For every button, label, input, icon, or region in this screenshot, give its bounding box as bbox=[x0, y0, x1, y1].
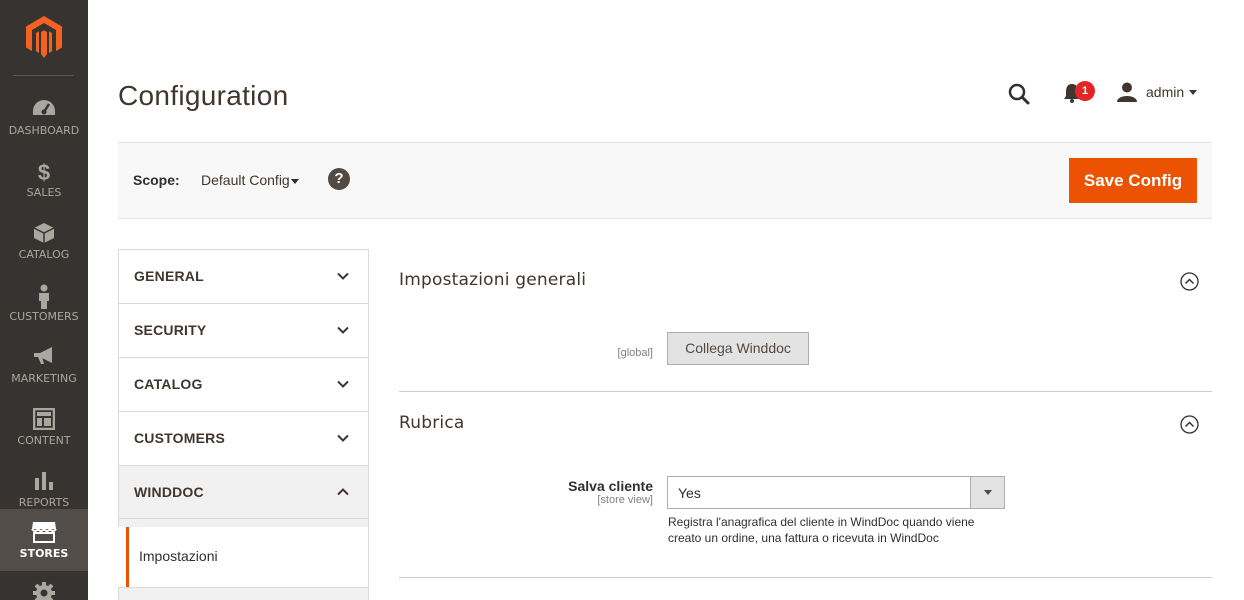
nav-item-system[interactable] bbox=[0, 571, 88, 600]
chevron-down-icon bbox=[337, 326, 349, 334]
section-title-rubrica[interactable]: Rubrica bbox=[399, 413, 465, 433]
person-icon bbox=[0, 284, 88, 309]
tab-label: WINDDOC bbox=[134, 484, 204, 500]
salva-cliente-select[interactable]: Yes bbox=[667, 476, 1005, 509]
notification-count-badge: 1 bbox=[1075, 81, 1095, 101]
user-menu-caret-icon[interactable] bbox=[1189, 90, 1197, 95]
chevron-up-icon bbox=[337, 488, 349, 496]
nav-item-marketing[interactable]: MARKETING bbox=[0, 334, 88, 396]
user-menu-name[interactable]: admin bbox=[1146, 84, 1184, 100]
page-title: Configuration bbox=[118, 80, 289, 111]
store-icon bbox=[0, 521, 88, 545]
nav-label: STORES bbox=[19, 547, 69, 560]
tab-general[interactable]: GENERAL bbox=[118, 249, 369, 303]
select-value: Yes bbox=[678, 485, 701, 501]
magento-logo[interactable] bbox=[0, 0, 88, 76]
nav-item-stores[interactable]: STORES bbox=[0, 509, 88, 571]
nav-label: REPORTS bbox=[18, 496, 70, 509]
salva-cliente-note: Registra l'anagrafica del cliente in Win… bbox=[668, 515, 975, 545]
chevron-down-icon bbox=[337, 272, 349, 280]
tab-catalog[interactable]: CATALOG bbox=[118, 357, 369, 411]
nav-item-content[interactable]: CONTENT bbox=[0, 396, 88, 458]
section-toggle-rubrica[interactable] bbox=[1180, 415, 1199, 438]
active-subtab-indicator bbox=[126, 527, 129, 587]
subtab-impostazioni[interactable]: Impostazioni bbox=[118, 527, 369, 587]
layout-icon bbox=[0, 408, 88, 432]
user-avatar[interactable] bbox=[1117, 82, 1137, 106]
salva-cliente-label: Salva cliente bbox=[568, 478, 653, 494]
nav-item-catalog[interactable]: CATALOG bbox=[0, 210, 88, 272]
chevron-down-icon bbox=[984, 490, 992, 495]
tab-divider bbox=[118, 587, 369, 600]
section-divider bbox=[399, 577, 1212, 578]
logo-divider bbox=[13, 75, 74, 76]
tab-label: SECURITY bbox=[134, 322, 207, 338]
nav-label: DASHBOARD bbox=[8, 124, 80, 137]
box-icon bbox=[0, 222, 88, 246]
chevron-down-icon bbox=[337, 380, 349, 388]
magento-logo-icon bbox=[26, 16, 62, 58]
nav-item-dashboard[interactable]: DASHBOARD bbox=[0, 86, 88, 148]
user-icon bbox=[1117, 82, 1137, 102]
section-title-general[interactable]: Impostazioni generali bbox=[399, 270, 586, 290]
collapse-icon bbox=[1180, 272, 1199, 291]
nav-label: CUSTOMERS bbox=[9, 310, 79, 323]
nav-label: CONTENT bbox=[17, 434, 71, 447]
subtab-label: Impostazioni bbox=[139, 548, 218, 564]
scope-label: Scope: bbox=[133, 172, 180, 188]
nav-label: CATALOG bbox=[18, 248, 70, 261]
section-divider bbox=[399, 391, 1212, 392]
megaphone-icon bbox=[0, 346, 88, 370]
bar-chart-icon bbox=[0, 470, 88, 494]
nav-label: MARKETING bbox=[11, 372, 77, 385]
tab-winddoc[interactable]: WINDDOC bbox=[118, 465, 369, 519]
tab-divider bbox=[118, 519, 369, 527]
scope-caret-icon[interactable] bbox=[291, 179, 299, 184]
global-search-button[interactable] bbox=[1007, 82, 1031, 110]
tab-label: CUSTOMERS bbox=[134, 430, 225, 446]
tab-label: CATALOG bbox=[134, 376, 203, 392]
section-toggle-general[interactable] bbox=[1180, 272, 1199, 295]
tab-customers[interactable]: CUSTOMERS bbox=[118, 411, 369, 465]
scope-hint-global: [global] bbox=[617, 347, 653, 359]
collapse-icon bbox=[1180, 415, 1199, 434]
dollar-icon: $ bbox=[0, 160, 88, 184]
gear-icon bbox=[0, 581, 88, 600]
svg-text:$: $ bbox=[38, 160, 50, 184]
scope-switcher[interactable]: Default Config bbox=[201, 172, 290, 188]
tab-label: GENERAL bbox=[134, 268, 204, 284]
scope-bar: Scope: Default Config ? Save Config bbox=[118, 142, 1212, 219]
nav-label: SALES bbox=[26, 186, 62, 199]
dashboard-icon bbox=[0, 98, 88, 122]
collega-winddoc-button[interactable]: Collega Winddoc bbox=[667, 332, 809, 365]
chevron-down-icon bbox=[337, 434, 349, 442]
scope-hint-store-view: [store view] bbox=[597, 494, 653, 506]
nav-item-sales[interactable]: $ SALES bbox=[0, 148, 88, 210]
nav-item-customers[interactable]: CUSTOMERS bbox=[0, 272, 88, 334]
tab-security[interactable]: SECURITY bbox=[118, 303, 369, 357]
scope-help-icon[interactable]: ? bbox=[328, 168, 350, 190]
select-toggle[interactable] bbox=[970, 477, 1004, 508]
config-tabs: GENERAL SECURITY CATALOG CUSTOMERS WINDD… bbox=[118, 249, 369, 519]
save-config-button[interactable]: Save Config bbox=[1069, 158, 1197, 203]
search-icon bbox=[1008, 83, 1030, 105]
admin-sidebar: DASHBOARD $ SALES CATALOG CUSTOMERS MARK… bbox=[0, 0, 88, 600]
